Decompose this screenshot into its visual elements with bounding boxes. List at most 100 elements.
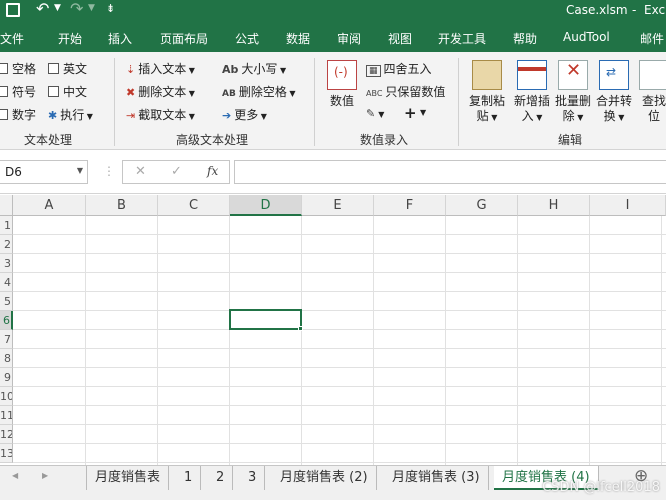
delete-space-icon: AB (222, 89, 236, 99)
tab-data[interactable]: 数据 (286, 30, 310, 47)
keep-value-label: 只保留数值 (385, 85, 446, 99)
active-cell[interactable] (229, 309, 302, 330)
group-label-number: 数值录入 (360, 133, 409, 147)
execute-button[interactable]: ✱ 执行 ▼ (48, 106, 93, 123)
row-header[interactable]: 5 (0, 292, 13, 311)
row-header[interactable]: 13 (0, 444, 13, 463)
case-button[interactable]: Ab 大小写 ▼ (222, 60, 286, 77)
undo-icon[interactable]: ↶ (36, 0, 49, 18)
sheet-prev-icon[interactable]: ◀ (12, 471, 18, 480)
cancel-icon[interactable]: ✕ (135, 164, 146, 179)
tab-page-layout[interactable]: 页面布局 (160, 30, 208, 47)
worksheet-grid[interactable]: A B C D E F G H I 1 2 3 4 5 6 7 8 9 10 1… (0, 195, 666, 465)
row-header[interactable]: 2 (0, 235, 13, 254)
redo-dropdown-icon[interactable]: ▼ (88, 3, 95, 13)
row-header[interactable]: 12 (0, 425, 13, 444)
delete-text-button[interactable]: ✖ 删除文本 ▼ (126, 83, 195, 100)
insert-text-label: 插入文本 (138, 62, 187, 76)
checkbox-space[interactable]: 空格 (0, 60, 36, 77)
tab-home[interactable]: 开始 (58, 30, 82, 47)
new-insert-label-2: 入 (521, 109, 534, 123)
checkbox-number-label: 数字 (12, 108, 37, 122)
sheet-tab[interactable]: 月度销售表 (2) (272, 466, 377, 490)
name-box-value: D6 (5, 165, 22, 179)
row-header[interactable]: 8 (0, 349, 13, 368)
find-label: 查找 (641, 94, 666, 108)
tab-mail[interactable]: 邮件 (640, 30, 664, 47)
merge-convert-icon: ⇄ (599, 60, 629, 90)
delete-text-icon: ✖ (126, 86, 136, 99)
column-header[interactable]: I (590, 195, 666, 216)
tab-review[interactable]: 审阅 (337, 30, 361, 47)
extract-text-label: 截取文本 (138, 108, 187, 122)
save-icon[interactable] (6, 3, 20, 17)
sheet-tab[interactable]: 月度销售表 (86, 466, 170, 490)
row-header[interactable]: 4 (0, 273, 13, 292)
add-button[interactable]: + (404, 104, 417, 122)
undo-dropdown-icon[interactable]: ▼ (54, 3, 61, 13)
round-button[interactable]: ▦ 四舍五入 (366, 60, 432, 77)
copy-paste-label-2: 贴 (476, 109, 489, 123)
name-box[interactable]: D6 ▼ (0, 160, 88, 184)
add-dropdown-icon[interactable]: ▼ (420, 108, 426, 117)
column-header[interactable]: G (446, 195, 518, 216)
copy-paste-label: 复制粘 (468, 94, 505, 108)
tab-file[interactable]: 文件 (0, 30, 24, 47)
sheet-tab[interactable]: 2 (208, 466, 234, 490)
checkbox-symbol[interactable]: 符号 (0, 83, 36, 100)
tab-view[interactable]: 视图 (388, 30, 412, 47)
sheet-tab[interactable]: 3 (240, 466, 266, 490)
checkbox-chinese[interactable]: 中文 (48, 83, 87, 100)
keep-value-button[interactable]: ABC 只保留数值 (366, 83, 445, 100)
row-header[interactable]: 11 (0, 406, 13, 425)
formula-input[interactable] (234, 160, 666, 184)
tab-audtool[interactable]: AudTool (563, 30, 610, 44)
sheet-tab[interactable]: 1 (176, 466, 202, 490)
title-bar: ↶ ▼ ↷ ▼ ⇟ Case.xlsm - Exc (0, 0, 666, 22)
select-all-corner[interactable] (0, 195, 13, 216)
batch-delete-button[interactable]: ✕ 批量删除 ▼ (552, 60, 594, 125)
batch-delete-label: 批量删 (554, 94, 591, 108)
checkbox-number[interactable]: 数字 (0, 106, 36, 123)
extract-text-button[interactable]: ⇥ 截取文本 ▼ (126, 106, 195, 123)
redo-icon[interactable]: ↷ (70, 0, 83, 18)
row-header[interactable]: 3 (0, 254, 13, 273)
group-label-edit: 编辑 (558, 133, 583, 147)
column-header[interactable]: F (374, 195, 446, 216)
merge-convert-button[interactable]: ⇄ 合并转换 ▼ (594, 60, 634, 125)
tab-insert[interactable]: 插入 (108, 30, 132, 47)
copy-paste-button[interactable]: 复制粘贴 ▼ (466, 60, 508, 125)
more-button[interactable]: ➔ 更多 ▼ (222, 106, 267, 123)
insert-function-icon[interactable]: fx (207, 164, 218, 178)
formula-bar: D6 ▼ ⋮ ✕ ✓ fx (0, 150, 666, 194)
sheet-next-icon[interactable]: ▶ (42, 471, 48, 480)
tab-help[interactable]: 帮助 (513, 30, 537, 47)
chevron-down-icon[interactable]: ▼ (77, 166, 83, 175)
row-header[interactable]: 10 (0, 387, 13, 406)
tab-developer[interactable]: 开发工具 (438, 30, 486, 47)
checkbox-english[interactable]: 英文 (48, 60, 87, 77)
column-header[interactable]: B (86, 195, 158, 216)
fill-handle[interactable] (298, 326, 303, 331)
column-header-selected[interactable]: D (230, 195, 302, 216)
customize-toolbar-icon[interactable]: ⇟ (106, 2, 115, 15)
row-header-selected[interactable]: 6 (0, 311, 13, 330)
edit-button[interactable]: ✎ ▼ (366, 106, 384, 120)
row-header[interactable]: 7 (0, 330, 13, 349)
more-label: 更多 (234, 108, 259, 122)
column-header[interactable]: A (13, 195, 86, 216)
delete-space-button[interactable]: AB 删除空格 ▼ (222, 83, 296, 100)
insert-text-button[interactable]: ⇣ 插入文本 ▼ (126, 60, 195, 77)
find-button[interactable]: 查找位 (636, 60, 666, 124)
confirm-icon[interactable]: ✓ (171, 164, 182, 179)
row-header[interactable]: 1 (0, 216, 13, 235)
checkbox-symbol-label: 符号 (12, 85, 37, 99)
sheet-tab[interactable]: 月度销售表 (3) (384, 466, 489, 490)
column-header[interactable]: H (518, 195, 590, 216)
column-header[interactable]: C (158, 195, 230, 216)
row-header[interactable]: 9 (0, 368, 13, 387)
value-button[interactable]: (-) 数值 (322, 60, 362, 109)
new-insert-button[interactable]: 新增插入 ▼ (510, 60, 554, 125)
tab-formulas[interactable]: 公式 (235, 30, 259, 47)
column-header[interactable]: E (302, 195, 374, 216)
